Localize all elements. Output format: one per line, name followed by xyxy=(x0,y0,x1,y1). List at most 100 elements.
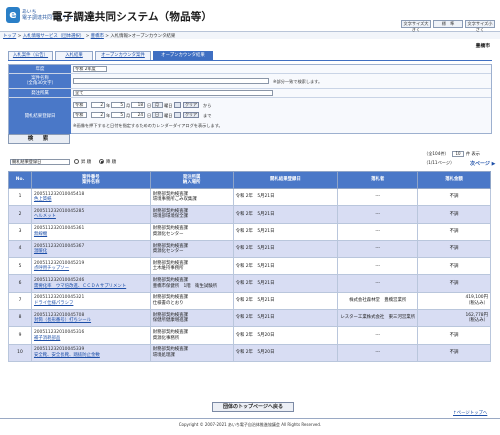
organization-name: 豊橋市 xyxy=(475,44,490,49)
page-top-link[interactable]: ↑ページトップへ xyxy=(453,410,487,416)
tab-bid-cases[interactable]: 入札案件（公告） xyxy=(8,51,53,60)
row-case: 200511232010045321 ドライ仕様パラシフ xyxy=(30,291,151,311)
row-delivery-place: 環境処理課 xyxy=(152,352,175,358)
from-year-input[interactable]: 2 xyxy=(91,102,105,108)
row-case: 200511232010045246 需要化率 ウマ倍改進、ＣＣＤＡサプリメント xyxy=(30,274,151,293)
tab-bid-results[interactable]: 入札結果 xyxy=(55,51,93,60)
font-size-small-button[interactable]: 文字サイズ小さく xyxy=(465,20,495,32)
to-year-input[interactable]: 2 xyxy=(91,112,105,118)
search-button[interactable]: 検 索 xyxy=(8,134,70,144)
row-case-name-link[interactable]: 色上質紙 xyxy=(34,197,148,203)
breadcrumb-link-top[interactable]: トップ xyxy=(3,34,16,39)
row-delivery-place: 資源化センター xyxy=(152,231,184,237)
to-clear-button[interactable]: クリア xyxy=(183,112,199,118)
row-amount: 不調 xyxy=(417,187,491,207)
row-amount-tax: （税込み） xyxy=(466,318,488,324)
row-case-name-link[interactable]: ヘルメット xyxy=(34,214,148,220)
next-page-link[interactable]: 次ページ ▶ xyxy=(470,160,496,167)
to-suffix: まで xyxy=(203,113,212,118)
table-row: 8 200511232010045708 封筒（長形番号）打ちシール 財務部契約検査課… xyxy=(8,309,491,328)
to-calendar-icon[interactable] xyxy=(174,112,181,118)
row-delivery-place: 資源化事務所 xyxy=(152,335,180,341)
row-case: 200511232010045285 ヘルメット xyxy=(30,205,151,224)
row-delivery-place: 土木維持事務所 xyxy=(152,266,184,272)
row-no: 6 xyxy=(8,274,32,293)
from-era-select[interactable]: 令和 xyxy=(73,102,87,108)
tab-underline xyxy=(8,60,492,61)
row-department: 財務部契約検査課 環境事務所ごみ収集課 xyxy=(149,187,234,207)
to-weekday: 日 xyxy=(152,112,163,118)
from-month-input[interactable]: 5 xyxy=(111,102,125,108)
row-no: 5 xyxy=(8,257,32,276)
header-department-name: 発注所属 xyxy=(182,174,201,180)
row-amount-value: 不調 xyxy=(449,194,459,200)
table-row: 9 200511232010045316 補子消耗部品 財務部契約検査課 資源化事務所令… xyxy=(8,326,491,345)
descending-radio[interactable] xyxy=(99,159,104,164)
app-header: e あいち 電子調達共同システム 電子調達共同システム（物品等） 文字サイズ大き… xyxy=(0,0,500,32)
page-info: （1/11ページ） xyxy=(424,160,455,165)
row-amount: 不調 xyxy=(417,257,491,276)
to-month-input[interactable]: 5 xyxy=(111,112,125,118)
breadcrumb-link-city[interactable]: 豊橋市 xyxy=(91,34,104,39)
to-day-input[interactable]: 24 xyxy=(131,112,145,118)
row-case-name-link[interactable]: ドライ仕様パラシフ xyxy=(34,301,148,307)
row-winner: --- xyxy=(337,187,419,207)
year-select[interactable]: 令和 2年度 xyxy=(73,66,107,72)
table-header-row: No. 案件番号 案件名称 発注所属 納入場所 開札結果登録日 落札者 落札金額 xyxy=(8,171,491,189)
row-case-name-link[interactable]: 補子消耗部品 xyxy=(34,336,148,342)
row-case-name-link[interactable]: 封筒（長形番号）打ちシール xyxy=(34,318,148,324)
from-day-input[interactable]: 18 xyxy=(131,102,145,108)
calendar-note: ※画像を押下すると日付を指定するためのカレンダーダイアログを表示します。 xyxy=(73,123,223,128)
row-case-name-link[interactable]: 無線機 xyxy=(34,232,148,238)
row-amount-value: 不調 xyxy=(449,211,459,217)
row-amount: 不調 xyxy=(417,205,491,224)
row-date: 令和 2年 5月21日 xyxy=(232,274,339,293)
row-amount: 162,778円 （税込み） xyxy=(417,309,491,328)
case-name-row: 案件名称 （全角30文字） ※部分一致で検索します。 xyxy=(9,74,491,89)
row-case: 200511232010045708 封筒（長形番号）打ちシール xyxy=(30,309,151,328)
tab-open-counter-cases[interactable]: オープンカウンタ案件 xyxy=(95,51,151,60)
row-delivery-place: 豊橋市保健所 1階 衛生試験所 xyxy=(152,283,218,289)
tab-open-counter-results[interactable]: オープンカウンタ結果 xyxy=(153,51,213,60)
ascending-radio[interactable] xyxy=(74,159,79,164)
row-winner: --- xyxy=(337,343,419,362)
row-winner: --- xyxy=(337,257,419,276)
row-no: 4 xyxy=(8,239,32,259)
to-month-unit: 月 xyxy=(126,113,131,118)
to-era-select[interactable]: 令和 xyxy=(73,112,87,118)
row-amount-tax: （税込み） xyxy=(466,300,488,306)
row-delivery-place: 保健所健康増進課 xyxy=(152,318,188,324)
header-delivery-place: 納入場所 xyxy=(182,180,201,185)
from-clear-button[interactable]: クリア xyxy=(183,102,199,108)
font-size-standard-button[interactable]: 標 準 xyxy=(433,20,463,28)
row-case-name-link[interactable]: 需要化率 ウマ倍改進、ＣＣＤＡサプリメント xyxy=(34,284,148,290)
back-to-top-page-button[interactable]: 団体のトップページへ戻る xyxy=(212,402,294,412)
row-case: 200511232010045316 補子消耗部品 xyxy=(30,326,151,345)
row-winner: レスター工業株式会社 東三河営業所 xyxy=(337,309,419,328)
footer-copyright: Copyright © 2007-2021 あいち電子自治体推進協議会 All … xyxy=(178,422,322,427)
row-date: 令和 2年 5月21日 xyxy=(232,205,339,224)
case-name-input[interactable] xyxy=(73,78,269,84)
from-calendar-icon[interactable] xyxy=(174,102,181,108)
row-case-name-link[interactable]: 安全靴、安全長靴、踏抜防止金敷 xyxy=(34,353,148,359)
row-case-name-link[interactable]: 点呼用チップソー xyxy=(34,266,148,272)
header-winner: 落札者 xyxy=(337,171,419,189)
case-name-note: ※部分一致で検索します。 xyxy=(273,79,323,84)
row-delivery-place: 仕様書のとおり xyxy=(152,300,184,306)
row-amount: 不調 xyxy=(417,222,491,241)
department-select[interactable]: 全て xyxy=(73,90,273,96)
result-count: （全104件） xyxy=(424,151,449,156)
font-size-large-button[interactable]: 文字サイズ大きく xyxy=(401,20,431,32)
sort-order-select[interactable]: 開札結果登録日 xyxy=(10,159,70,165)
breadcrumb-link-service[interactable]: 入札情報サービス（団体選択） xyxy=(23,34,84,39)
row-department: 財務部契約検査課 資源化センター xyxy=(149,222,234,241)
table-row: 7 200511232010045321 ドライ仕様パラシフ 財務部契約検査課 仕様書の… xyxy=(8,291,491,311)
row-no: 7 xyxy=(8,291,32,311)
table-row: 3 200511232010045361 無線機 財務部契約検査課 資源化センター 令和 … xyxy=(8,222,491,241)
row-case: 200511232010045367 温暖化 xyxy=(30,239,151,259)
row-amount: 不調 xyxy=(417,274,491,293)
row-case-name-link[interactable]: 温暖化 xyxy=(34,249,148,255)
per-page-select[interactable]: 10 xyxy=(452,151,464,157)
from-year-unit: 年 xyxy=(106,103,111,108)
row-amount-value: 不調 xyxy=(449,332,459,338)
